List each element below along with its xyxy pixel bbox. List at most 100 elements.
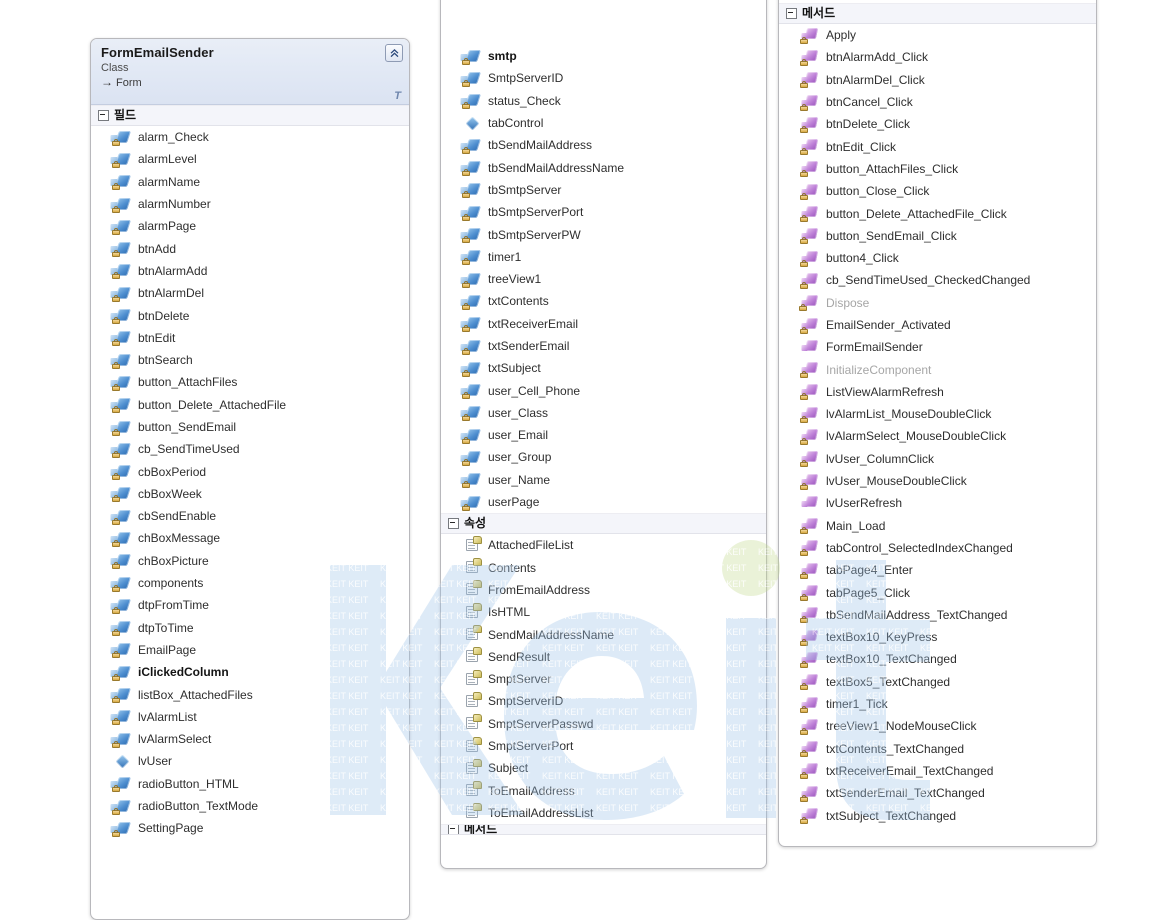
member-row[interactable]: txtReceiverEmail <box>441 313 766 335</box>
class-shape-methods-panel[interactable]: 메서드 Apply btnAlarmAdd_Click btnAlarmDel_Cl… <box>778 0 1097 847</box>
member-row[interactable]: SettingPage <box>91 817 409 839</box>
member-row[interactable]: txtSenderEmail_TextChanged <box>779 782 1096 804</box>
member-row[interactable]: button_AttachFiles_Click <box>779 158 1096 180</box>
section-header-fields[interactable]: 필드 <box>91 105 409 126</box>
member-row[interactable]: lvAlarmSelect_MouseDoubleClick <box>779 425 1096 447</box>
section-header-methods-partial[interactable]: 메서드 <box>441 824 766 836</box>
member-row[interactable]: button_SendEmail <box>91 416 409 438</box>
member-row[interactable]: button_SendEmail_Click <box>779 225 1096 247</box>
member-row[interactable]: button_AttachFiles <box>91 371 409 393</box>
member-row[interactable]: alarmPage <box>91 215 409 237</box>
member-row[interactable]: tabPage4_Enter <box>779 559 1096 581</box>
member-row[interactable]: lvUser_ColumnClick <box>779 448 1096 470</box>
member-row[interactable]: user_Cell_Phone <box>441 379 766 401</box>
member-row[interactable]: smtp <box>441 45 766 67</box>
collapse-chevron-up-icon[interactable] <box>385 44 403 62</box>
member-row[interactable]: txtContents_TextChanged <box>779 738 1096 760</box>
member-row[interactable]: status_Check <box>441 90 766 112</box>
member-row[interactable]: SmptServerPasswd <box>441 713 766 735</box>
member-row[interactable]: listBox_AttachedFiles <box>91 683 409 705</box>
member-row[interactable]: tbSendMailAddress <box>441 134 766 156</box>
member-row[interactable]: btnSearch <box>91 349 409 371</box>
member-row[interactable]: treeView1 <box>441 268 766 290</box>
member-row[interactable]: EmailSender_Activated <box>779 314 1096 336</box>
member-row[interactable]: IsHTML <box>441 601 766 623</box>
member-row[interactable]: iClickedColumn <box>91 661 409 683</box>
member-row[interactable]: textBox10_KeyPress <box>779 626 1096 648</box>
member-row[interactable]: chBoxPicture <box>91 550 409 572</box>
member-row[interactable]: txtSubject <box>441 357 766 379</box>
member-row[interactable]: txtSubject_TextChanged <box>779 804 1096 826</box>
member-row[interactable]: alarmName <box>91 171 409 193</box>
member-row[interactable]: tabPage5_Click <box>779 581 1096 603</box>
member-row[interactable]: tbSendMailAddressName <box>441 156 766 178</box>
member-row[interactable]: lvAlarmList_MouseDoubleClick <box>779 403 1096 425</box>
member-row[interactable]: lvUser <box>91 750 409 772</box>
member-row[interactable]: ToEmailAddressList <box>441 802 766 824</box>
filter-icon[interactable]: T <box>394 91 401 102</box>
member-row[interactable]: btnAlarmDel <box>91 282 409 304</box>
member-row[interactable]: user_Email <box>441 424 766 446</box>
member-row[interactable]: btnAlarmDel_Click <box>779 69 1096 91</box>
member-row[interactable]: textBox10_TextChanged <box>779 648 1096 670</box>
member-row[interactable]: txtReceiverEmail_TextChanged <box>779 760 1096 782</box>
member-row[interactable]: cbBoxPeriod <box>91 460 409 482</box>
section-header-methods[interactable]: 메서드 <box>779 3 1096 24</box>
member-row[interactable]: Main_Load <box>779 515 1096 537</box>
member-row[interactable]: radioButton_HTML <box>91 773 409 795</box>
member-row[interactable]: button_Delete_AttachedFile <box>91 394 409 416</box>
member-row[interactable]: button4_Click <box>779 247 1096 269</box>
member-row[interactable]: alarmNumber <box>91 193 409 215</box>
member-row[interactable]: SmtpServerID <box>441 67 766 89</box>
member-row[interactable]: btnAdd <box>91 237 409 259</box>
member-row[interactable]: tbSmtpServerPort <box>441 201 766 223</box>
member-row[interactable]: btnAlarmAdd_Click <box>779 46 1096 68</box>
member-row[interactable]: alarmLevel <box>91 148 409 170</box>
member-row[interactable]: treeView1_NodeMouseClick <box>779 715 1096 737</box>
member-row[interactable]: FromEmailAddress <box>441 579 766 601</box>
member-row[interactable]: SendMailAddressName <box>441 623 766 645</box>
member-row[interactable]: lvUser_MouseDoubleClick <box>779 470 1096 492</box>
member-row[interactable]: Apply <box>779 24 1096 46</box>
member-row[interactable]: tabControl_SelectedIndexChanged <box>779 537 1096 559</box>
member-row[interactable]: btnEdit_Click <box>779 135 1096 157</box>
member-row[interactable]: Subject <box>441 757 766 779</box>
member-row[interactable]: user_Name <box>441 469 766 491</box>
member-row[interactable]: SendResult <box>441 646 766 668</box>
member-row[interactable]: cb_SendTimeUsed_CheckedChanged <box>779 269 1096 291</box>
class-shape-fields-panel[interactable]: FormEmailSender Class → Form T 필드 alarm_… <box>90 38 410 920</box>
member-row[interactable]: lvAlarmList <box>91 706 409 728</box>
member-row[interactable]: SmptServerID <box>441 690 766 712</box>
member-row[interactable]: btnDelete_Click <box>779 113 1096 135</box>
member-row[interactable]: textBox5_TextChanged <box>779 671 1096 693</box>
member-row[interactable]: FormEmailSender <box>779 336 1096 358</box>
collapse-minus-icon[interactable] <box>98 110 109 121</box>
member-row[interactable]: btnCancel_Click <box>779 91 1096 113</box>
member-row[interactable]: Dispose <box>779 292 1096 314</box>
member-row[interactable]: cbSendEnable <box>91 505 409 527</box>
member-row[interactable]: tabControl <box>441 112 766 134</box>
member-row[interactable]: lvAlarmSelect <box>91 728 409 750</box>
member-row[interactable]: btnEdit <box>91 327 409 349</box>
member-row[interactable]: SmptServerPort <box>441 735 766 757</box>
member-row[interactable]: tbSmtpServer <box>441 179 766 201</box>
member-row[interactable]: btnDelete <box>91 304 409 326</box>
member-row[interactable]: user_Class <box>441 402 766 424</box>
collapse-minus-icon[interactable] <box>786 8 797 19</box>
member-row[interactable]: EmailPage <box>91 639 409 661</box>
member-row[interactable]: InitializeComponent <box>779 358 1096 380</box>
member-row[interactable]: chBoxMessage <box>91 527 409 549</box>
class-shape-properties-panel[interactable]: smtp SmtpServerID status_Check tabControl tb… <box>440 0 767 869</box>
member-row[interactable]: dtpFromTime <box>91 594 409 616</box>
collapse-minus-icon[interactable] <box>448 825 459 835</box>
member-row[interactable]: ListViewAlarmRefresh <box>779 381 1096 403</box>
member-row[interactable]: cbBoxWeek <box>91 483 409 505</box>
member-row[interactable]: lvUserRefresh <box>779 492 1096 514</box>
member-row[interactable]: alarm_Check <box>91 126 409 148</box>
member-row[interactable]: userPage <box>441 491 766 513</box>
member-row[interactable]: timer1_Tick <box>779 693 1096 715</box>
member-row[interactable]: tbSendMailAddress_TextChanged <box>779 604 1096 626</box>
member-row[interactable]: ToEmailAddress <box>441 780 766 802</box>
member-row[interactable]: tbSmtpServerPW <box>441 223 766 245</box>
member-row[interactable]: Contents <box>441 557 766 579</box>
